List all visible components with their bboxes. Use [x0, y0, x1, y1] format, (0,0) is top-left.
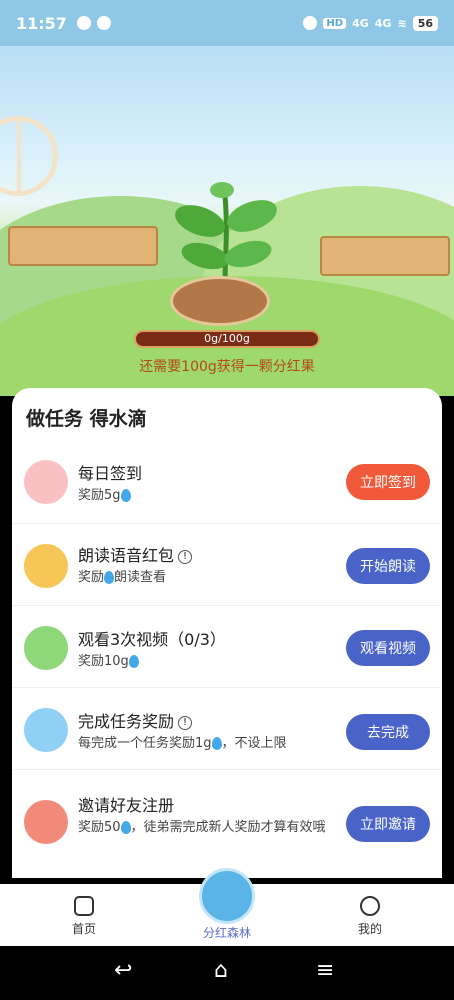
- status-bar: 11:57 HD 4G 4G ≋ 56: [0, 0, 454, 46]
- task-watch-video: 观看3次视频（0/3） 奖励10g 观看视频: [12, 608, 442, 688]
- task-title: 邀请好友注册: [78, 796, 175, 815]
- envelope-icon: [24, 800, 68, 844]
- invite-button[interactable]: 立即邀请: [346, 806, 430, 842]
- task-reward: 奖励50 ，徒弟需完成新人奖励才算有效哦: [78, 818, 348, 838]
- bottom-nav: 首页 分红森林 我的: [0, 868, 454, 946]
- calendar-icon: [24, 460, 68, 504]
- nav-home[interactable]: 首页: [54, 896, 114, 937]
- wechat-icon: [76, 16, 91, 30]
- home-key-icon[interactable]: ⌂: [214, 958, 228, 983]
- water-drop-icon: [128, 655, 139, 668]
- app-icon: [96, 16, 111, 30]
- menu-icon[interactable]: ≡: [316, 958, 334, 983]
- fence-right: [320, 236, 450, 276]
- reward-text: 每完成一个任务奖励1g: [78, 736, 212, 751]
- task-read-aloud: 朗读语音红包! 奖励 朗读查看 开始朗读: [12, 526, 442, 606]
- watch-video-button[interactable]: 观看视频: [346, 630, 430, 666]
- ferris-wheel-icon: [0, 116, 58, 196]
- nav-mine-label: 我的: [357, 922, 382, 936]
- sprout-icon[interactable]: [170, 176, 280, 286]
- reward-text: 奖励: [78, 570, 105, 585]
- reward-text: 奖励10g: [78, 654, 129, 669]
- progress-text: 0g/100g: [204, 332, 250, 345]
- wifi-icon: ≋: [397, 16, 407, 30]
- task-title: 朗读语音红包!: [78, 542, 193, 566]
- signal-1: 4G: [352, 16, 369, 30]
- forest-sprout-icon[interactable]: [199, 868, 255, 924]
- video-icon: [24, 626, 68, 670]
- system-nav-bar: ↩ ⌂ ≡: [0, 946, 454, 1000]
- progress-note: 还需要100g获得一颗分红果: [139, 359, 315, 375]
- task-title-text: 朗读语音红包: [78, 546, 175, 565]
- task-title: 完成任务奖励!: [78, 708, 193, 732]
- go-complete-button[interactable]: 去完成: [346, 714, 430, 750]
- water-drop-icon: [120, 489, 131, 502]
- back-icon[interactable]: ↩: [114, 958, 132, 983]
- task-title: 每日签到: [78, 464, 143, 483]
- alarm-icon: [303, 16, 318, 30]
- reward-text: 奖励5g: [78, 488, 121, 503]
- checkin-button[interactable]: 立即签到: [346, 464, 430, 500]
- notification-icons: [76, 16, 111, 30]
- task-reward: 奖励 朗读查看: [78, 568, 348, 588]
- reward-suffix: ，徒弟需完成新人奖励才算有效哦: [130, 820, 326, 835]
- reward-text: 奖励50: [78, 820, 121, 835]
- user-icon: [360, 896, 380, 916]
- task-card: 做任务 得水滴 每日签到 奖励5g 立即签到 朗读语音红包! 奖励 朗读查看 开始…: [12, 388, 442, 878]
- soil-mound: [170, 276, 270, 326]
- home-icon: [74, 896, 94, 916]
- clock: 11:57: [16, 13, 67, 33]
- start-reading-button[interactable]: 开始朗读: [346, 548, 430, 584]
- task-checkin: 每日签到 奖励5g 立即签到: [12, 444, 442, 524]
- fence-left: [8, 226, 158, 266]
- battery: 56: [412, 15, 438, 31]
- task-title: 观看3次视频（0/3）: [78, 630, 226, 649]
- nav-mine[interactable]: 我的: [340, 896, 400, 937]
- task-reward: 每完成一个任务奖励1g ，不设上限: [78, 734, 348, 754]
- signal-2: 4G: [374, 16, 392, 30]
- info-icon[interactable]: !: [178, 549, 193, 564]
- task-invite: 邀请好友注册 奖励50 ，徒弟需完成新人奖励才算有效哦 立即邀请: [12, 772, 442, 868]
- nav-home-label: 首页: [71, 922, 96, 936]
- water-drop-icon: [211, 737, 222, 750]
- reward-suffix: ，不设上限: [221, 736, 287, 751]
- water-drop-icon: [104, 571, 115, 584]
- reward-suffix: 朗读查看: [114, 570, 167, 585]
- status-right: HD 4G 4G ≋ 56: [303, 15, 438, 31]
- info-icon[interactable]: !: [178, 715, 193, 730]
- nav-forest-label[interactable]: 分红森林: [187, 924, 267, 941]
- forest-scene: 0g/100g 还需要100g获得一颗分红果: [0, 46, 454, 396]
- task-reward: 奖励5g: [78, 486, 348, 506]
- task-complete-reward: 完成任务奖励! 每完成一个任务奖励1g ，不设上限 去完成: [12, 690, 442, 770]
- clipboard-icon: [24, 708, 68, 752]
- card-title: 做任务 得水滴: [26, 408, 147, 430]
- water-drop-icon: [120, 821, 131, 834]
- growth-progress-bar: 0g/100g: [134, 330, 320, 348]
- task-title-text: 完成任务奖励: [78, 712, 175, 731]
- hd-badge: HD: [323, 17, 347, 29]
- microphone-icon: [24, 544, 68, 588]
- task-reward: 奖励10g: [78, 652, 348, 672]
